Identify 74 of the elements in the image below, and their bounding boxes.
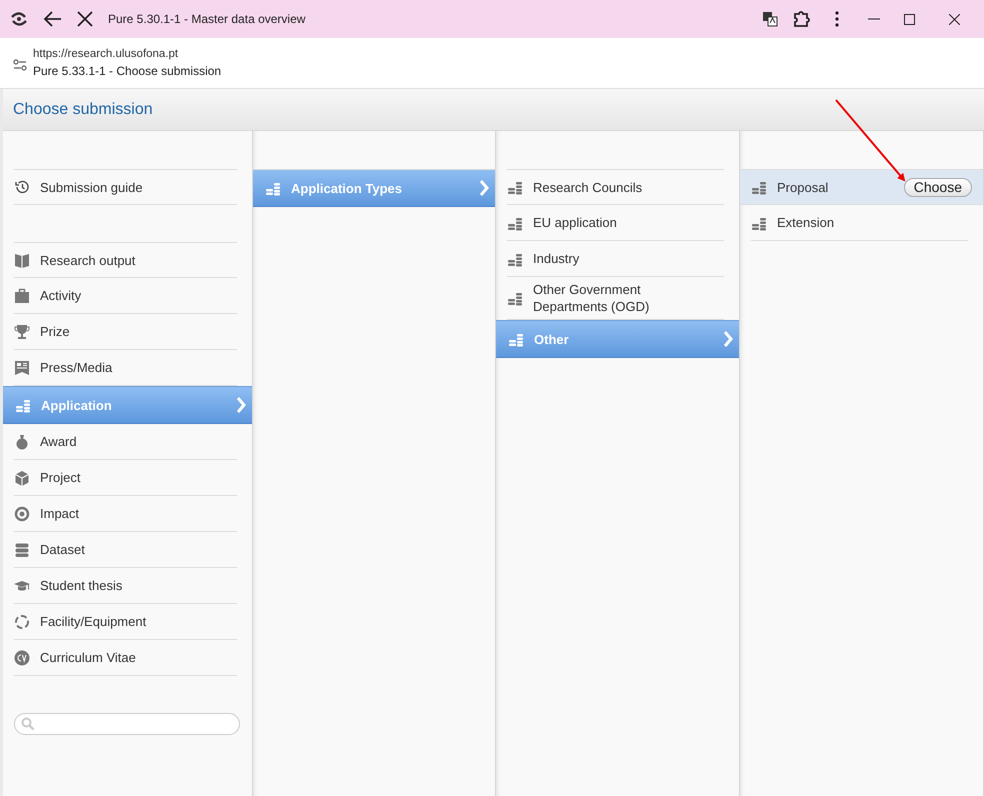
item-label: Award [40,433,77,450]
list-item[interactable]: Proposal Choose [740,169,983,205]
list-item[interactable]: Prize [14,314,237,350]
puzzle-icon[interactable] [792,10,810,28]
bag-icon [14,434,30,450]
item-label: Impact [40,505,80,522]
choose-button[interactable]: Choose [904,178,972,196]
list-item[interactable]: Dataset [14,532,237,568]
item-label: Press/Media [40,359,112,376]
coins-icon [15,397,31,413]
item-label: Application [41,396,112,414]
list-item[interactable]: EU application [507,205,724,241]
item-label: Facility/Equipment [40,613,146,630]
item-label: Prize [40,323,70,340]
coins-icon [265,180,281,196]
item-label: Proposal [777,178,828,196]
translate-icon[interactable] [762,11,778,27]
coins-icon [507,179,523,195]
dialog-title: Choose submission [13,100,153,118]
item-label: Research Councils [533,178,642,196]
book-icon [14,252,30,268]
list-item[interactable]: Student thesis [14,568,237,604]
list-item[interactable]: Submission guide [14,169,237,205]
list-item[interactable]: Impact [14,496,237,532]
item-label: Research output [40,252,136,268]
minimize-icon[interactable] [868,18,880,20]
app-logo-icon[interactable] [10,12,28,26]
site-settings-icon[interactable] [13,59,27,71]
list-item[interactable]: Research output [14,242,237,278]
close-icon[interactable] [76,10,94,28]
database-icon [14,542,30,558]
list-item[interactable]: Award [14,424,237,460]
coins-icon [751,179,767,195]
list-item[interactable]: Activity [14,278,237,314]
cube-icon [14,470,30,486]
item-label: Application Types [291,180,402,196]
url-text: https://research.ulusofona.pt [33,48,180,60]
trophy-icon [14,324,30,340]
item-label: Dataset [40,541,85,558]
item-label: Project [40,469,80,486]
item-label: Activity [40,287,82,304]
list-item[interactable]: Industry [507,241,724,277]
more-icon[interactable] [834,11,840,27]
chevron-right-icon [479,179,489,197]
item-label: Extension [777,214,834,231]
item-label: Curriculum Vitae [40,649,136,666]
item-label: Other [534,330,569,348]
chevron-right-icon [236,396,246,414]
dashed-circle-icon [14,614,30,630]
coins-icon [508,331,524,347]
badge-icon [14,650,30,666]
coins-icon [507,290,523,306]
list-item[interactable]: Research Councils [507,169,724,205]
newspaper-icon [14,360,30,376]
page-title: Pure 5.33.1-1 - Choose submission [33,64,222,78]
list-item[interactable]: Project [14,460,237,496]
target-icon [14,506,30,522]
briefcase-icon [14,288,30,304]
list-item[interactable]: Curriculum Vitae [14,640,237,676]
item-label: Other Government Departments (OGD) [533,281,650,315]
list-item[interactable]: Facility/Equipment [14,604,237,640]
search-icon [21,717,35,731]
item-label: EU application [533,214,617,231]
close-icon[interactable] [949,14,960,24]
back-arrow-icon[interactable] [42,10,62,28]
chevron-right-icon [723,330,733,348]
list-item[interactable]: Extension [751,205,968,241]
item-label: Submission guide [40,178,143,196]
maximize-icon[interactable] [904,14,915,24]
search-field[interactable] [14,713,240,735]
clock-icon [14,179,30,195]
item-label: Student thesis [40,577,122,594]
item-label: Industry [533,250,580,267]
window-title: Pure 5.30.1-1 - Master data overview [108,12,306,26]
